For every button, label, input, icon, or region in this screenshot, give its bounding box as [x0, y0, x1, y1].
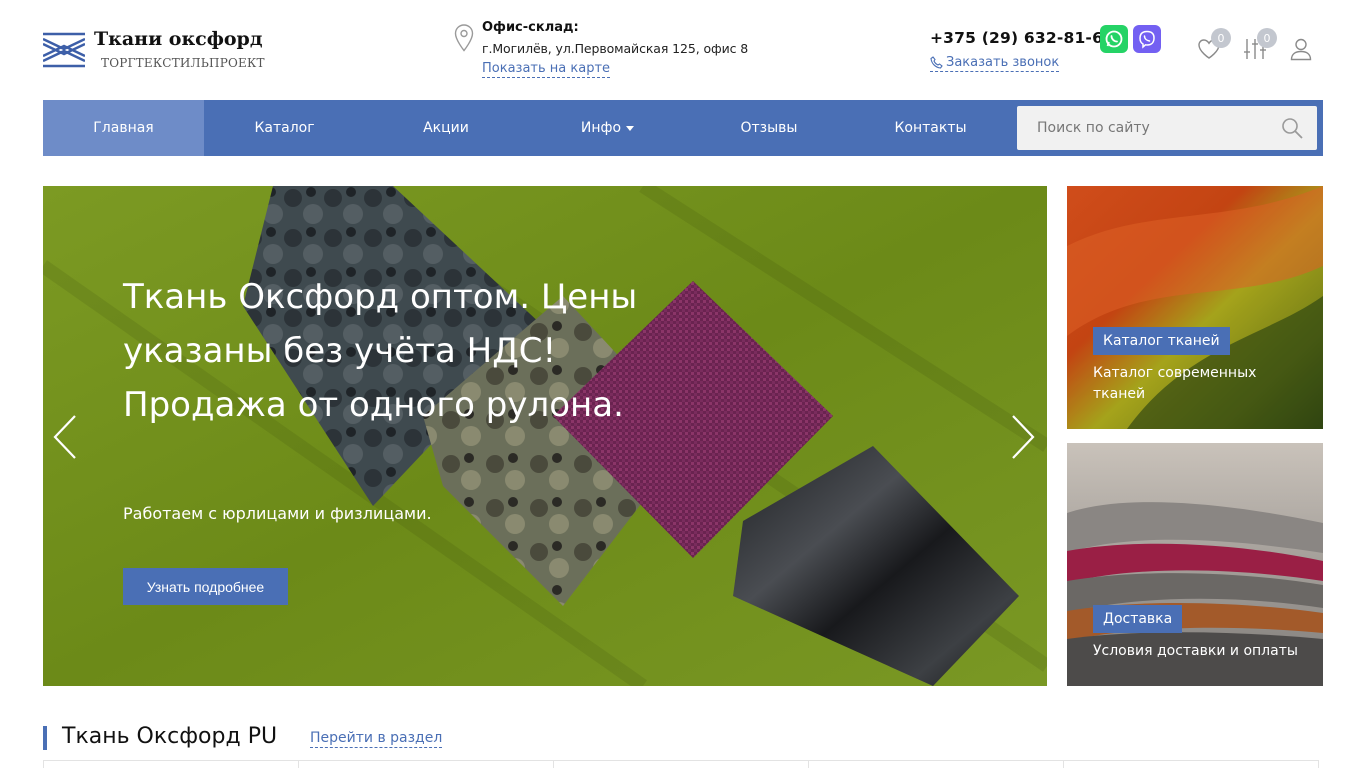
favorites-count-badge: 0	[1211, 28, 1231, 48]
nav-item-contacts[interactable]: Контакты	[850, 100, 1011, 156]
section-accent-bar	[43, 726, 47, 750]
product-grid-divider	[553, 760, 554, 768]
office-address: г.Могилёв, ул.Первомайская 125, офис 8	[482, 41, 749, 56]
map-pin-icon	[454, 24, 474, 52]
search-input[interactable]	[1017, 106, 1317, 150]
card-text-catalog: Каталог современных тканей	[1093, 365, 1257, 402]
search-box	[1017, 106, 1317, 150]
phone-number[interactable]: +375 (29) 632-81-61	[930, 29, 1114, 47]
card-tag-catalog[interactable]: Каталог тканей	[1093, 327, 1230, 355]
request-call-label: Заказать звонок	[946, 55, 1060, 70]
office-info: Офис-склад: г.Могилёв, ул.Первомайская 1…	[454, 20, 794, 82]
site-logo[interactable]: Ткани оксфорд ТОРГТЕКСТИЛЬПРОЕКТ	[43, 26, 265, 76]
nav-item-info[interactable]: Инфо	[527, 100, 688, 156]
hero-title: Ткань Оксфорд оптом. Цены указаны без уч…	[123, 277, 638, 425]
section-title: Ткань Оксфорд PU	[62, 724, 278, 749]
office-label: Офис-склад:	[482, 20, 579, 35]
logo-subtitle: ТОРГТЕКСТИЛЬПРОЕКТ	[101, 56, 265, 70]
product-grid-divider	[1318, 760, 1319, 768]
hero-subtitle: Работаем с юрлицами и физлицами.	[123, 504, 432, 523]
learn-more-button[interactable]: Узнать подробнее	[123, 568, 288, 605]
chevron-left-icon[interactable]	[51, 414, 81, 460]
card-tag-delivery[interactable]: Доставка	[1093, 605, 1183, 633]
chevron-down-icon	[626, 125, 635, 131]
product-grid-divider	[808, 760, 809, 768]
logo-mark-icon	[43, 30, 85, 70]
contact-phone-block: +375 (29) 632-81-61 Заказать звонок	[930, 24, 1170, 76]
hero-slider: Ткань Оксфорд оптом. Цены указаны без уч…	[43, 186, 1047, 686]
nav-item-home[interactable]: Главная	[43, 100, 204, 156]
card-text-delivery: Условия доставки и оплаты	[1093, 643, 1298, 659]
phone-icon	[930, 56, 943, 69]
show-on-map-link[interactable]: Показать на карте	[482, 60, 611, 78]
product-grid-divider	[1063, 760, 1064, 768]
compare-count-badge: 0	[1257, 28, 1277, 48]
nav-item-reviews[interactable]: Отзывы	[688, 100, 850, 156]
request-call-link[interactable]: Заказать звонок	[930, 54, 1060, 72]
product-grid-top-border	[43, 760, 1319, 761]
product-grid-divider	[298, 760, 299, 768]
catalog-promo-card[interactable]: Каталог тканей Каталог современных ткане…	[1067, 186, 1323, 429]
product-grid-divider	[43, 760, 44, 768]
nav-item-catalog[interactable]: Каталог	[204, 100, 365, 156]
logo-title: Ткани оксфорд	[94, 28, 263, 50]
chevron-right-icon[interactable]	[1007, 414, 1037, 460]
nav-item-info-label: Инфо	[580, 120, 622, 136]
whatsapp-icon[interactable]	[1100, 25, 1128, 53]
go-to-section-link[interactable]: Перейти в раздел	[310, 729, 443, 748]
hero-fabric-image	[43, 186, 1047, 686]
search-icon[interactable]	[1281, 117, 1303, 139]
nav-item-promotions[interactable]: Акции	[365, 100, 527, 156]
delivery-promo-card[interactable]: Доставка Условия доставки и оплаты	[1067, 443, 1323, 686]
viber-icon[interactable]	[1133, 25, 1161, 53]
user-icon[interactable]	[1288, 36, 1314, 62]
main-nav: Главная Каталог Акции Инфо Отзывы Контак…	[43, 100, 1323, 156]
